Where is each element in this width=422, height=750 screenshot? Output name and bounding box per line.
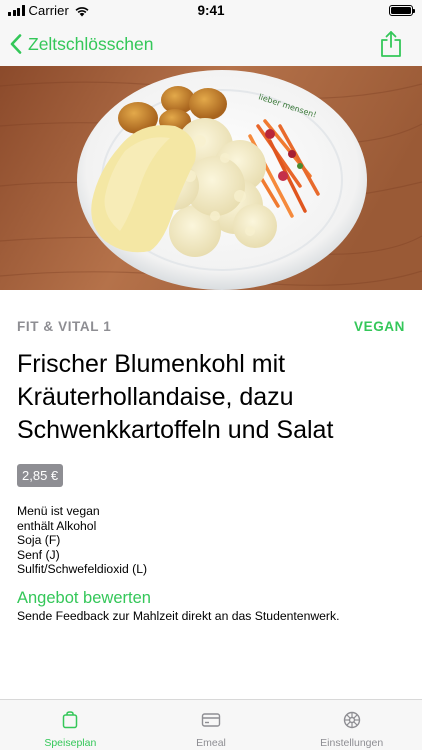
tab-label: Einstellungen [320,737,384,749]
meal-info-list: Menü ist vegan enthält Alkohol Soja (F) … [17,504,405,577]
rate-meal-button[interactable]: Angebot bewerten [17,589,151,608]
tab-einstellungen[interactable]: Einstellungen [281,700,422,750]
info-item: Sulfit/Schwefeldioxid (L) [17,562,148,577]
share-icon[interactable] [379,30,403,58]
meta-row: FIT & VITAL 1 VEGAN [17,319,405,334]
back-button-label: Zeltschlösschen [28,33,154,54]
price-tag: 2,85 € [17,464,64,487]
tab-emeal[interactable]: Emeal [141,700,282,750]
tab-bar: Speiseplan Emeal Einstellungen [0,699,422,750]
info-item: Senf (J) [17,547,60,562]
card-icon [201,713,221,727]
meal-title: Frischer Blumenkohl mit Kräuterhollandai… [17,350,334,444]
meal-photo: lieber mensen! [0,66,422,290]
meal-category: FIT & VITAL 1 [17,319,112,334]
info-item: Soja (F) [17,533,61,548]
rate-meal-description: Sende Feedback zur Mahlzeit direkt an da… [17,608,340,623]
chevron-left-icon [10,34,22,54]
status-time: 9:41 [197,3,225,18]
info-item: enthält Alkohol [17,518,97,533]
vegan-badge: VEGAN [353,319,405,334]
gear-icon [343,711,360,729]
tab-label: Emeal [196,737,226,749]
bag-icon [63,711,78,729]
info-item: Menü ist vegan [17,504,100,518]
navigation-bar: Zeltschlösschen [0,22,422,66]
meal-photo-illustration: lieber mensen! [0,66,422,290]
tab-speiseplan[interactable]: Speiseplan [0,700,141,750]
meal-detail: FIT & VITAL 1 VEGAN Frischer Blumenkohl … [0,290,422,623]
battery-icon [389,5,415,16]
back-button[interactable]: Zeltschlösschen [10,34,153,55]
status-bar: Carrier 9:41 [0,0,422,22]
tab-label: Speiseplan [44,737,97,749]
